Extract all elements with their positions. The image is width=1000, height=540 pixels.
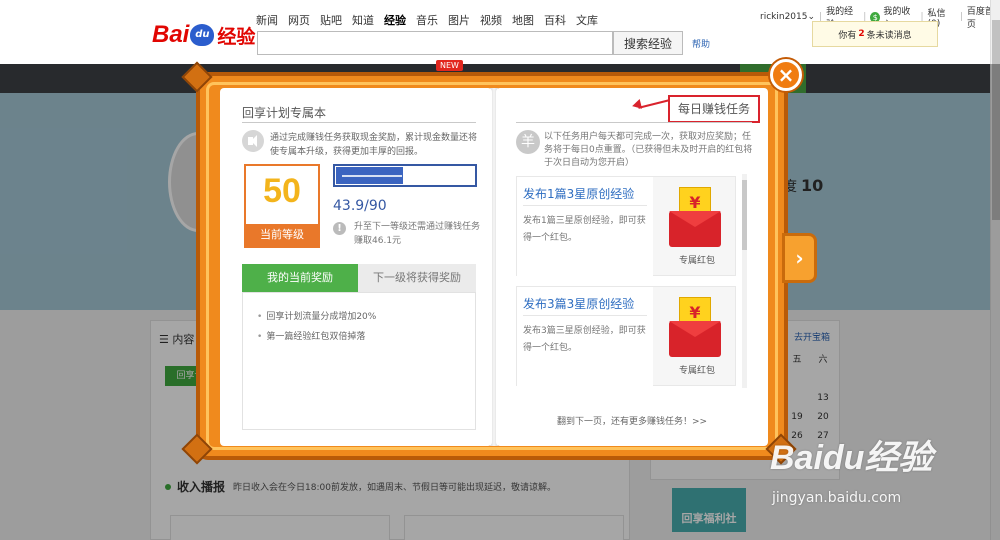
task-list-scrollbar[interactable] [742,174,747,388]
nav-images[interactable]: 图片 [448,12,470,28]
task-desc: 发布1篇三星原创经验，即可获得一个红包。 [523,216,646,243]
arrow-head-icon [630,99,643,111]
intro-text: 通过完成赚钱任务获取现金奖励，累计现金数量还将使专属本升级，获得更加丰厚的回报。 [270,133,478,157]
red-envelope-icon: ¥ [669,187,721,247]
nav-news[interactable]: 新闻 [256,12,278,28]
annotation-arrow [638,99,670,109]
nav-web[interactable]: 网页 [288,12,310,28]
progress-value: 43.9/90 [333,198,387,214]
left-page: 回享计划专属本 通过完成赚钱任务获取现金奖励，累计现金数量还将使专属本升级，获得… [220,88,492,446]
level-number: 50 [263,172,301,210]
yen-icon: 羊 [516,130,540,154]
red-envelope-icon: ¥ [669,297,721,357]
chevron-right-icon[interactable]: › [782,233,817,283]
nav-baike[interactable]: 百科 [544,12,566,28]
username-link[interactable]: rickin2015 [760,12,807,22]
top-nav: 新闻 网页 贴吧 知道 经验 音乐 图片 视频 地图 百科 文库 [256,12,608,28]
nav-video[interactable]: 视频 [480,12,502,28]
tab-next-rewards[interactable]: 下一级将获得奖励 [358,264,476,292]
baidu-jingyan-watermark: Baidu经验 jingyan.baidu.com [770,439,933,506]
nav-tieba[interactable]: 贴吧 [320,12,342,28]
list-item: 第一篇经验红包双倍掉落 [257,329,365,342]
next-page-link[interactable]: 翻到下一页，还有更多赚钱任务！>> [496,414,768,427]
page-title: 回享计划专属本 [242,106,327,120]
task-title[interactable]: 发布1篇3星原创经验 [523,185,634,202]
nav-music[interactable]: 音乐 [416,12,438,28]
help-link[interactable]: 帮助 [692,37,710,50]
task-card[interactable]: 发布1篇3星原创经验 发布1篇三星原创经验，即可获得一个红包。 ¥ 专属红包 [516,176,736,277]
top-header: Bai du 经验 新闻 网页 贴吧 知道 经验 音乐 图片 视频 地图 百科 … [0,0,1000,64]
task-rules-text: 以下任务用户每天都可完成一次，获取对应奖励；任务将于每日0点重置。（已获得但未及… [544,132,753,168]
level-label: 当前等级 [246,224,318,246]
upgrade-hint: 升至下一等级还需通过赚钱任务赚取46.1元 [354,222,481,246]
scrollbar-thumb[interactable] [742,180,747,250]
reward-label: 专属红包 [678,256,715,266]
search-button[interactable]: 搜索经验 [613,31,683,55]
right-page: 每日赚钱任务 羊 以下任务用户每天都可完成一次，获取对应奖励；任务将于每日0点重… [496,88,768,446]
paw-icon: du [190,24,215,46]
task-title[interactable]: 发布3篇3星原创经验 [523,295,634,312]
daily-tasks-tab[interactable]: 每日赚钱任务 [668,95,760,123]
info-icon: ! [333,222,346,235]
close-icon[interactable]: × [770,59,802,91]
baidu-jingyan-logo[interactable]: Bai du 经验 [152,18,255,52]
level-progress-bar [333,164,477,187]
nav-zhidao[interactable]: 知道 [352,12,374,28]
list-item: 回享计划流量分成增加20% [257,309,376,322]
reward-label: 专属红包 [678,366,715,376]
nav-wenku[interactable]: 文库 [576,12,598,28]
current-level-badge: 50 当前等级 [244,164,320,248]
task-card[interactable]: 发布3篇3星原创经验 发布3篇三星原创经验，即可获得一个红包。 ¥ 专属红包 [516,286,736,387]
nav-jingyan[interactable]: 经验 [384,12,406,28]
task-desc: 发布3篇三星原创经验，即可获得一个红包。 [523,326,646,353]
nav-map[interactable]: 地图 [512,12,534,28]
rewards-list: 回享计划流量分成增加20% 第一篇经验红包双倍掉落 [242,292,476,430]
unread-message-tooltip[interactable]: 你有 2 条未读消息 [812,21,938,47]
progress-fill [336,167,403,184]
search-input[interactable] [257,31,613,55]
speaker-icon [242,130,264,152]
tab-current-rewards[interactable]: 我的当前奖励 [242,264,358,292]
new-badge: NEW [436,60,463,71]
